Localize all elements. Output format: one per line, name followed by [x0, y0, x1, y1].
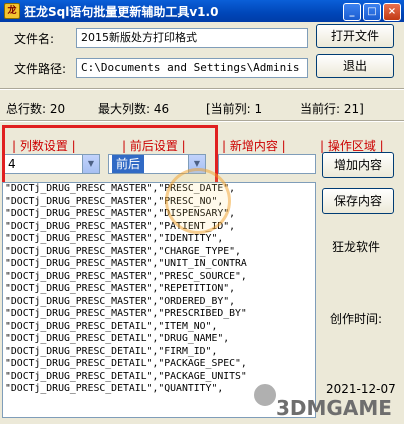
brand-label: 狂龙软件 — [332, 240, 381, 254]
app-icon: 龙 — [4, 3, 20, 19]
list-item[interactable]: "DOCTj_DRUG_PRESC_MASTER","PRESCRIBED_BY… — [3, 308, 315, 321]
list-item[interactable]: "DOCTj_DRUG_PRESC_DETAIL","FIRM_ID", — [3, 346, 315, 359]
total-rows-stat: 总行数: 20 — [6, 102, 66, 116]
created-date: 2021-12-07 — [326, 382, 396, 396]
list-item[interactable]: "DOCTj_DRUG_PRESC_DETAIL","PACKAGE_UNITS… — [3, 371, 315, 384]
title-bar: 龙 狂龙Sql语句批量更新辅助工具v1.0 _ □ × — [0, 0, 404, 22]
list-item[interactable]: "DOCTj_DRUG_PRESC_MASTER","PATIENT_ID", — [3, 221, 315, 234]
close-button[interactable]: × — [383, 3, 401, 21]
file-path-field[interactable]: C:\Documents and Settings\Adminis — [76, 58, 308, 78]
divider — [0, 88, 404, 90]
current-row-stat: 当前行: 21] — [300, 102, 364, 116]
window-title: 狂龙Sql语句批量更新辅助工具v1.0 — [24, 4, 219, 19]
watermark-stamp-icon — [165, 168, 231, 234]
window-controls: _ □ × — [343, 3, 401, 21]
list-item[interactable]: "DOCTj_DRUG_PRESC_MASTER","UNIT_IN_CONTR… — [3, 258, 315, 271]
list-item[interactable]: "DOCTj_DRUG_PRESC_DETAIL","PACKAGE_SPEC"… — [3, 358, 315, 371]
minimize-button[interactable]: _ — [343, 3, 361, 21]
file-name-field[interactable]: 2015新版处方打印格式 — [76, 28, 308, 48]
save-content-button[interactable]: 保存内容 — [322, 188, 394, 214]
file-name-label: 文件名: — [14, 32, 55, 46]
add-content-button[interactable]: 增加内容 — [322, 152, 394, 178]
list-item[interactable]: "DOCTj_DRUG_PRESC_MASTER","PRESC_NO", — [3, 196, 315, 209]
watermark-logo-icon — [252, 382, 278, 408]
watermark-text: 3DMGAME — [276, 396, 392, 420]
current-col-stat: [当前列: 1 — [206, 102, 263, 116]
list-item[interactable]: "DOCTj_DRUG_PRESC_MASTER","REPETITION", — [3, 283, 315, 296]
list-item[interactable]: "DOCTj_DRUG_PRESC_DETAIL","ITEM_NO", — [3, 321, 315, 334]
exit-button[interactable]: 退出 — [316, 54, 394, 78]
max-cols-stat: 最大列数: 46 — [98, 102, 170, 116]
maximize-button[interactable]: □ — [363, 3, 381, 21]
list-item[interactable]: "DOCTj_DRUG_PRESC_MASTER","IDENTITY", — [3, 233, 315, 246]
list-item[interactable]: "DOCTj_DRUG_PRESC_DETAIL","DRUG_NAME", — [3, 333, 315, 346]
new-content-header: | 新增内容 | — [222, 139, 286, 153]
open-file-button[interactable]: 打开文件 — [316, 24, 394, 48]
file-path-label: 文件路径: — [14, 62, 67, 76]
list-item[interactable]: "DOCTj_DRUG_PRESC_MASTER","PRESC_DATE", — [3, 183, 315, 196]
created-time-label: 创作时间: — [330, 312, 383, 326]
list-item[interactable]: "DOCTj_DRUG_PRESC_MASTER","ORDERED_BY", — [3, 296, 315, 309]
list-item[interactable]: "DOCTj_DRUG_PRESC_MASTER","DISPENSARY", — [3, 208, 315, 221]
new-content-input[interactable] — [218, 154, 316, 174]
divider — [0, 120, 404, 122]
list-item[interactable]: "DOCTj_DRUG_PRESC_MASTER","PRESC_SOURCE"… — [3, 271, 315, 284]
list-item[interactable]: "DOCTj_DRUG_PRESC_MASTER","CHARGE_TYPE", — [3, 246, 315, 259]
